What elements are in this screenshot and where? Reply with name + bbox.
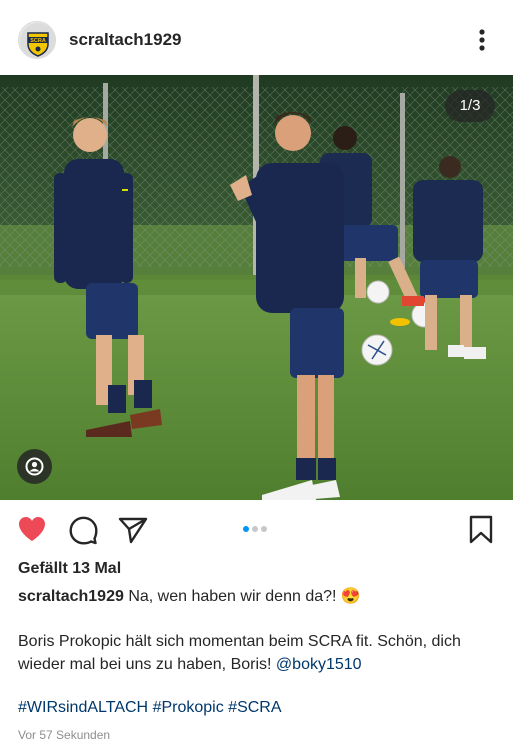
carousel-counter: 1/3 [445, 90, 495, 122]
like-count[interactable]: Gefällt 13 Mal [18, 560, 121, 578]
comment-icon[interactable] [68, 515, 98, 545]
hashtag-list: #WIRsindALTACH #Prokopic #SCRA [18, 699, 282, 717]
club-logo: SCRA [20, 23, 55, 58]
post-header: SCRA scraltach1929 [0, 0, 513, 75]
carousel-dot [252, 526, 258, 532]
caption-text: Na, wen haben wir denn da?! [128, 588, 337, 605]
user-tag-glyph [25, 457, 44, 476]
share-icon[interactable] [118, 516, 148, 544]
post-timestamp: Vor 57 Sekunden [18, 728, 111, 742]
mention-link[interactable]: @boky1510 [276, 656, 362, 673]
svg-text:SCRA: SCRA [30, 38, 46, 44]
carousel-dot [243, 526, 249, 532]
post-username[interactable]: scraltach1929 [69, 30, 181, 50]
hashtag-link[interactable]: #Prokopic [153, 699, 224, 716]
post-image[interactable]: 1/3 [0, 75, 513, 500]
caption-emoji: 😍 [340, 588, 361, 605]
avatar[interactable]: SCRA [18, 21, 56, 59]
training-photo [0, 75, 513, 500]
caption-body: Boris Prokopic hält sich momentan beim S… [18, 630, 498, 676]
carousel-dots [243, 526, 270, 532]
action-bar [0, 500, 513, 556]
caption: scraltach1929 Na, wen haben wir denn da?… [18, 586, 498, 607]
bookmark-icon[interactable] [469, 515, 493, 544]
caption-username[interactable]: scraltach1929 [18, 588, 124, 605]
caption-body-text: Boris Prokopic hält sich momentan beim S… [18, 633, 461, 673]
hashtag-link[interactable]: #SCRA [228, 699, 281, 716]
hashtag-link[interactable]: #WIRsindALTACH [18, 699, 148, 716]
user-tag-icon[interactable] [17, 449, 52, 484]
heart-filled-icon[interactable] [17, 515, 47, 543]
carousel-dot [261, 526, 267, 532]
more-vertical-icon[interactable] [470, 26, 494, 54]
